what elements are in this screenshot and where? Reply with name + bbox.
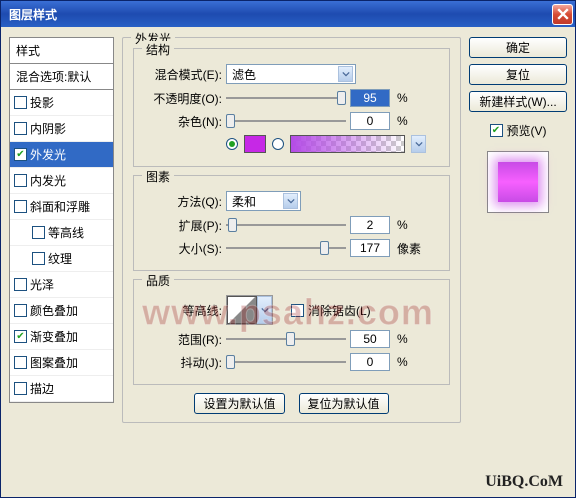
size-slider[interactable] — [226, 241, 346, 255]
sidebar-item-inner-glow[interactable]: 内发光 — [10, 168, 113, 194]
chevron-down-icon — [338, 66, 353, 82]
color-radio[interactable] — [226, 138, 238, 150]
jitter-slider[interactable] — [226, 355, 346, 369]
checkbox-icon[interactable] — [14, 148, 27, 161]
contour-picker[interactable] — [226, 295, 273, 325]
checkbox-icon[interactable] — [32, 252, 45, 265]
contour-label: 等高线: — [142, 302, 222, 319]
spread-slider[interactable] — [226, 218, 346, 232]
sidebar-item-gradient-overlay[interactable]: 渐变叠加 — [10, 324, 113, 350]
chevron-down-icon — [257, 296, 272, 324]
sidebar-item-bevel-emboss[interactable]: 斜面和浮雕 — [10, 194, 113, 220]
opacity-label: 不透明度(O): — [142, 90, 222, 107]
ok-button[interactable]: 确定 — [469, 37, 567, 58]
glow-color-swatch[interactable] — [244, 135, 266, 153]
checkbox-icon[interactable] — [14, 174, 27, 187]
anti-alias-label: 消除锯齿(L) — [308, 302, 371, 319]
jitter-label: 抖动(J): — [142, 354, 222, 371]
contour-thumbnail — [227, 296, 257, 324]
sidebar-item-blend-options[interactable]: 混合选项:默认 — [10, 64, 113, 90]
sidebar-item-satin[interactable]: 光泽 — [10, 272, 113, 298]
size-input[interactable]: 177 — [350, 239, 390, 257]
sidebar-item-inner-shadow[interactable]: 内阴影 — [10, 116, 113, 142]
jitter-input[interactable]: 0 — [350, 353, 390, 371]
noise-input[interactable]: 0 — [350, 112, 390, 130]
close-icon — [557, 8, 569, 20]
technique-label: 方法(Q): — [142, 193, 222, 210]
blend-mode-label: 混合模式(E): — [142, 66, 222, 83]
checkbox-icon[interactable] — [14, 200, 27, 213]
gradient-radio[interactable] — [272, 138, 284, 150]
outer-glow-group: 外发光 结构 混合模式(E): 滤色 不透明度(O): — [122, 37, 461, 423]
sidebar-header[interactable]: 样式 — [9, 37, 114, 63]
size-label: 大小(S): — [142, 240, 222, 257]
sidebar-item-color-overlay[interactable]: 颜色叠加 — [10, 298, 113, 324]
styles-sidebar: 样式 混合选项:默认 投影 内阴影 外发光 内发光 斜面和浮雕 等高线 纹理 光… — [9, 37, 114, 487]
preview-checkbox[interactable] — [490, 124, 503, 137]
noise-slider[interactable] — [226, 114, 346, 128]
checkbox-icon[interactable] — [14, 122, 27, 135]
spread-input[interactable]: 2 — [350, 216, 390, 234]
window-title: 图层样式 — [9, 6, 57, 23]
sidebar-item-drop-shadow[interactable]: 投影 — [10, 90, 113, 116]
new-style-button[interactable]: 新建样式(W)... — [469, 91, 567, 112]
checkbox-icon[interactable] — [14, 96, 27, 109]
blend-mode-dropdown[interactable]: 滤色 — [226, 64, 356, 84]
cancel-button[interactable]: 复位 — [469, 64, 567, 85]
glow-gradient-swatch[interactable] — [290, 135, 405, 153]
chevron-down-icon — [283, 193, 298, 209]
structure-group: 结构 混合模式(E): 滤色 不透明度(O): — [133, 48, 450, 167]
sidebar-item-texture[interactable]: 纹理 — [10, 246, 113, 272]
preview-label: 预览(V) — [507, 122, 547, 139]
titlebar[interactable]: 图层样式 — [1, 1, 575, 27]
gradient-dropdown-arrow[interactable] — [411, 135, 426, 153]
checkbox-icon[interactable] — [14, 278, 27, 291]
technique-dropdown[interactable]: 柔和 — [226, 191, 301, 211]
reset-default-button[interactable]: 复位为默认值 — [299, 393, 389, 414]
checkbox-icon[interactable] — [14, 330, 27, 343]
checkbox-icon[interactable] — [14, 304, 27, 317]
noise-label: 杂色(N): — [142, 113, 222, 130]
anti-alias-checkbox[interactable] — [291, 304, 304, 317]
elements-group: 图素 方法(Q): 柔和 扩展(P): — [133, 175, 450, 271]
checkbox-icon[interactable] — [14, 382, 27, 395]
spread-label: 扩展(P): — [142, 217, 222, 234]
range-label: 范围(R): — [142, 331, 222, 348]
sidebar-item-stroke[interactable]: 描边 — [10, 376, 113, 402]
sidebar-item-pattern-overlay[interactable]: 图案叠加 — [10, 350, 113, 376]
quality-group: 品质 等高线: 消除锯齿(L) 范围(R): — [133, 279, 450, 385]
sidebar-item-outer-glow[interactable]: 外发光 — [10, 142, 113, 168]
make-default-button[interactable]: 设置为默认值 — [194, 393, 284, 414]
opacity-input[interactable]: 95 — [350, 89, 390, 107]
opacity-slider[interactable] — [226, 91, 346, 105]
range-input[interactable]: 50 — [350, 330, 390, 348]
checkbox-icon[interactable] — [14, 356, 27, 369]
layer-style-dialog: 图层样式 样式 混合选项:默认 投影 内阴影 外发光 内发光 斜面和浮雕 等高线… — [0, 0, 576, 498]
close-button[interactable] — [552, 4, 573, 25]
checkbox-icon[interactable] — [32, 226, 45, 239]
range-slider[interactable] — [226, 332, 346, 346]
preview-thumbnail — [487, 151, 549, 213]
sidebar-item-contour[interactable]: 等高线 — [10, 220, 113, 246]
